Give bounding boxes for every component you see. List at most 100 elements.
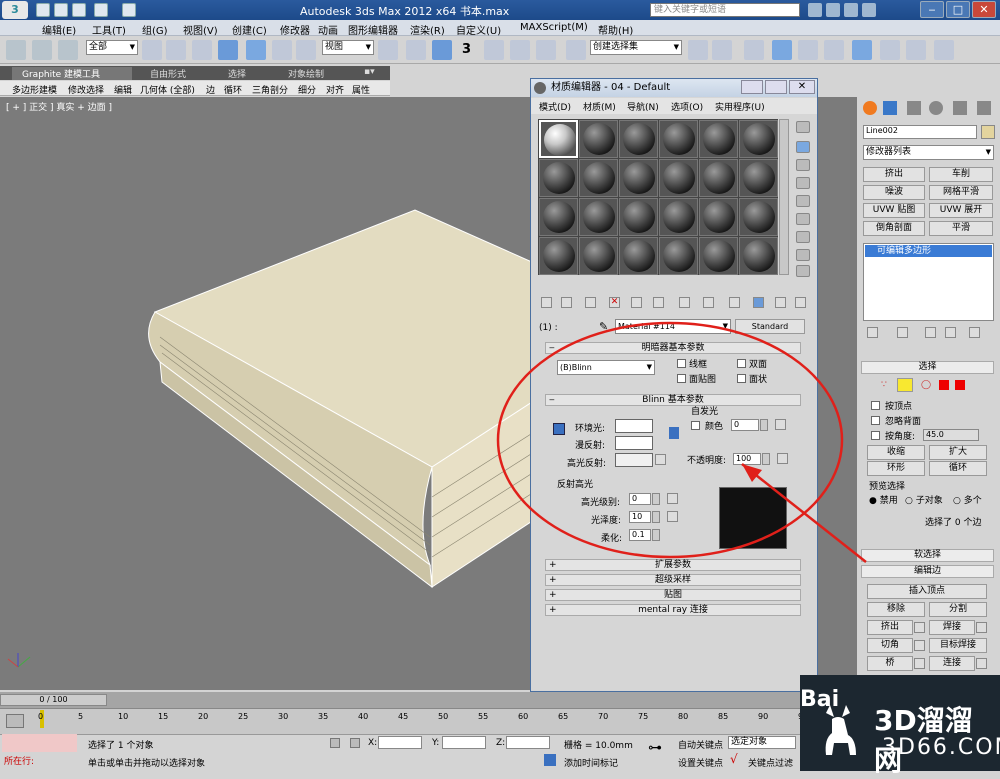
stack-item-editable-poly[interactable]: 可编辑多边形 bbox=[865, 245, 992, 257]
move-icon[interactable] bbox=[246, 40, 266, 60]
supersampling-header[interactable]: + 超级采样 bbox=[545, 574, 801, 586]
material-slot[interactable] bbox=[619, 120, 658, 158]
shrink-button[interactable]: 收缩 bbox=[867, 445, 925, 460]
face-map-checkbox[interactable] bbox=[677, 374, 686, 383]
menu-group[interactable]: 组(G) bbox=[142, 22, 168, 37]
diffuse-swatch[interactable] bbox=[615, 436, 653, 450]
lathe-mod-button[interactable]: 车削 bbox=[929, 167, 993, 182]
material-slot[interactable] bbox=[659, 120, 698, 158]
mini-curve-editor-icon[interactable] bbox=[6, 714, 24, 728]
blinn-rollout-header[interactable]: ‒ Blinn 基本参数 bbox=[545, 394, 801, 406]
select-manipulate-icon[interactable] bbox=[406, 40, 426, 60]
utilities-tab-icon[interactable] bbox=[977, 101, 991, 115]
spec-level-map-button[interactable] bbox=[667, 493, 678, 504]
material-slot[interactable] bbox=[739, 198, 778, 236]
material-slot[interactable] bbox=[579, 198, 618, 236]
gloss-value[interactable]: 10 bbox=[629, 511, 651, 523]
material-slot[interactable] bbox=[659, 198, 698, 236]
extrude-mod-button[interactable]: 挤出 bbox=[863, 167, 925, 182]
me-menu-modes[interactable]: 模式(D) bbox=[539, 100, 571, 113]
material-slot[interactable] bbox=[579, 237, 618, 275]
app-logo[interactable]: 3 bbox=[2, 1, 28, 19]
link-icon[interactable] bbox=[6, 40, 26, 60]
bridge-settings-button[interactable] bbox=[914, 658, 925, 669]
rotate-icon[interactable] bbox=[272, 40, 292, 60]
add-time-tag[interactable]: 添加时间标记 bbox=[564, 756, 618, 769]
menu-customize[interactable]: 自定义(U) bbox=[456, 22, 501, 37]
material-slot[interactable] bbox=[539, 120, 578, 158]
pin-stack-icon[interactable] bbox=[867, 327, 878, 338]
y-coord-field[interactable] bbox=[442, 736, 486, 749]
slots-scrollbar[interactable] bbox=[779, 119, 789, 275]
object-color-swatch[interactable] bbox=[981, 125, 995, 139]
get-material-icon[interactable] bbox=[541, 297, 552, 308]
material-slot[interactable] bbox=[539, 237, 578, 275]
key-filters-button[interactable]: 关键点过滤 bbox=[748, 756, 793, 769]
bind-spacewarp-icon[interactable] bbox=[58, 40, 78, 60]
opacity-map-button[interactable] bbox=[777, 453, 788, 464]
align-icon[interactable] bbox=[712, 40, 732, 60]
gloss-map-button[interactable] bbox=[667, 511, 678, 522]
mental-ray-header[interactable]: + mental ray 连接 bbox=[545, 604, 801, 616]
material-slot[interactable] bbox=[739, 120, 778, 158]
by-angle-checkbox[interactable] bbox=[871, 431, 880, 440]
pivot-center-icon[interactable] bbox=[378, 40, 398, 60]
hierarchy-tab-icon[interactable] bbox=[907, 101, 921, 115]
material-slot[interactable] bbox=[699, 120, 738, 158]
vertex-icon[interactable]: ∵ bbox=[881, 380, 887, 390]
material-slot[interactable] bbox=[619, 159, 658, 197]
material-editor-window[interactable]: 材质编辑器 - 04 - Default ✕ 模式(D) 材质(M) 导航(N)… bbox=[530, 78, 818, 692]
extrude-settings-button[interactable] bbox=[914, 622, 925, 633]
auto-key-button[interactable]: 自动关键点 bbox=[678, 738, 723, 751]
maps-header[interactable]: + 贴图 bbox=[545, 589, 801, 601]
tab-graphite[interactable]: Graphite 建模工具 bbox=[12, 67, 132, 80]
preview-subobj-radio[interactable]: ○ 子对象 bbox=[905, 493, 943, 506]
tools-icon[interactable] bbox=[826, 3, 840, 17]
maximize-button[interactable]: □ bbox=[946, 1, 970, 18]
rendered-frame-icon[interactable] bbox=[906, 40, 926, 60]
extrude-button[interactable]: 挤出 bbox=[867, 620, 913, 635]
menu-edit[interactable]: 编辑(E) bbox=[42, 22, 76, 37]
star-icon[interactable] bbox=[844, 3, 858, 17]
render-icon[interactable] bbox=[934, 40, 954, 60]
tab-selection[interactable]: 选择 bbox=[228, 67, 246, 80]
diffuse-map-icon[interactable] bbox=[669, 427, 679, 439]
material-navigator-icon[interactable] bbox=[796, 265, 810, 277]
motion-tab-icon[interactable] bbox=[929, 101, 943, 115]
display-tab-icon[interactable] bbox=[953, 101, 967, 115]
me-menu-utilities[interactable]: 实用程序(U) bbox=[715, 100, 765, 113]
shader-dropdown[interactable]: (B)Blinn bbox=[557, 360, 655, 375]
time-slider-track[interactable] bbox=[0, 692, 800, 708]
bridge-button[interactable]: 桥 bbox=[867, 656, 913, 671]
target-weld-button[interactable]: 目标焊接 bbox=[929, 638, 987, 653]
self-illum-map-button[interactable] bbox=[775, 419, 786, 430]
modifier-list-dropdown[interactable]: 修改器列表 bbox=[863, 145, 994, 160]
open-file-icon[interactable] bbox=[54, 3, 68, 17]
put-to-library-icon[interactable] bbox=[679, 297, 690, 308]
angle-value[interactable]: 45.0 bbox=[923, 429, 979, 441]
put-to-scene-icon[interactable] bbox=[561, 297, 572, 308]
z-coord-field[interactable] bbox=[506, 736, 550, 749]
element-icon[interactable] bbox=[955, 380, 965, 390]
extended-params-header[interactable]: + 扩展参数 bbox=[545, 559, 801, 571]
wire-checkbox[interactable] bbox=[677, 359, 686, 368]
ambient-swatch[interactable] bbox=[615, 419, 653, 433]
modify-tab-icon[interactable] bbox=[883, 101, 897, 115]
new-file-icon[interactable] bbox=[36, 3, 50, 17]
panel-edges[interactable]: 边 bbox=[206, 83, 215, 96]
menu-graph-editors[interactable]: 图形编辑器 bbox=[348, 22, 398, 37]
panel-subdivision[interactable]: 细分 bbox=[298, 83, 316, 96]
soft-selection-header[interactable]: 软选择 bbox=[861, 549, 994, 562]
make-preview-icon[interactable] bbox=[796, 213, 810, 225]
material-slot[interactable] bbox=[699, 198, 738, 236]
border-icon[interactable]: ◯ bbox=[921, 380, 931, 390]
search-icon[interactable] bbox=[808, 3, 822, 17]
material-slot[interactable] bbox=[539, 159, 578, 197]
me-minimize-button[interactable] bbox=[741, 80, 763, 94]
self-illum-color-checkbox[interactable] bbox=[691, 421, 700, 430]
time-tag-icon[interactable] bbox=[544, 754, 556, 766]
material-slot[interactable] bbox=[579, 120, 618, 158]
spinner-snap-icon[interactable] bbox=[536, 40, 556, 60]
spec-level-spinner[interactable] bbox=[652, 493, 660, 505]
bevel-profile-button[interactable]: 倒角剖面 bbox=[863, 221, 925, 236]
